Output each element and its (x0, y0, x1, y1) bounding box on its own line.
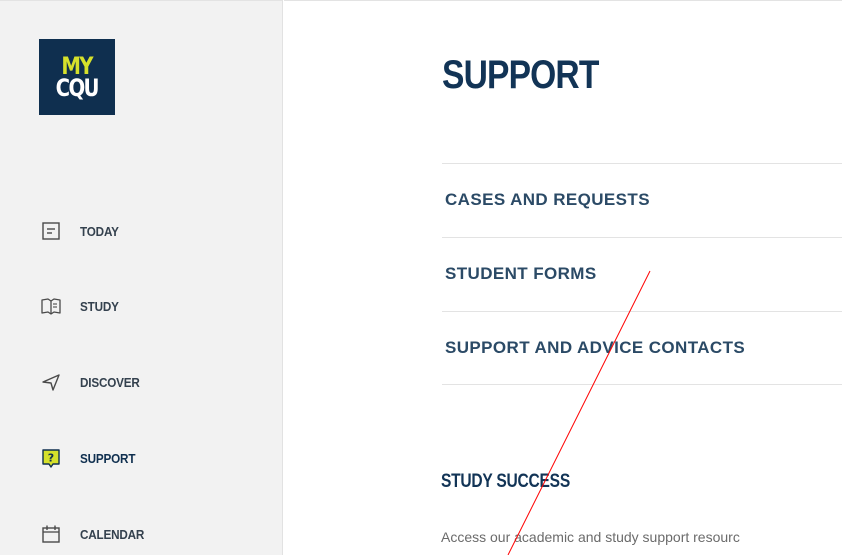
logo-text-cqu: CQU (55, 74, 100, 102)
menu-item-cases-and-requests[interactable]: CASES AND REQUESTS (442, 163, 842, 237)
support-menu: CASES AND REQUESTS STUDENT FORMS SUPPORT… (442, 163, 842, 385)
sidebar-item-study[interactable]: STUDY (40, 294, 260, 318)
sidebar-item-label: SUPPORT (80, 450, 136, 466)
sidebar-item-label: STUDY (80, 298, 119, 314)
sidebar-item-discover[interactable]: DISCOVER (40, 370, 260, 394)
sidebar-item-label: CALENDAR (80, 526, 145, 542)
menu-item-label: STUDENT FORMS (445, 264, 597, 283)
sidebar-item-today[interactable]: TODAY (40, 219, 260, 243)
today-icon (40, 220, 62, 242)
help-icon: ? (40, 447, 62, 469)
section-title: STUDY SUCCESS (441, 471, 570, 492)
sidebar: MY CQU TODAY STUDY DISCOVER ? SUPPORT CA… (0, 0, 283, 555)
calendar-icon (40, 523, 62, 545)
mycqu-logo[interactable]: MY CQU (39, 39, 115, 115)
menu-item-label: CASES AND REQUESTS (445, 190, 650, 209)
sidebar-item-calendar[interactable]: CALENDAR (40, 522, 260, 546)
sidebar-item-support[interactable]: ? SUPPORT (40, 446, 260, 470)
navigation-icon (40, 371, 62, 393)
sidebar-item-label: DISCOVER (80, 374, 140, 390)
section-description: Access our academic and study support re… (441, 529, 740, 545)
menu-item-label: SUPPORT AND ADVICE CONTACTS (445, 338, 746, 357)
svg-text:?: ? (48, 452, 54, 465)
menu-item-support-and-advice-contacts[interactable]: SUPPORT AND ADVICE CONTACTS (442, 311, 842, 385)
book-icon (40, 295, 62, 317)
main-content: SUPPORT CASES AND REQUESTS STUDENT FORMS… (284, 0, 842, 555)
sidebar-item-label: TODAY (80, 223, 119, 239)
menu-item-student-forms[interactable]: STUDENT FORMS (442, 237, 842, 311)
page-title: SUPPORT (442, 53, 599, 97)
